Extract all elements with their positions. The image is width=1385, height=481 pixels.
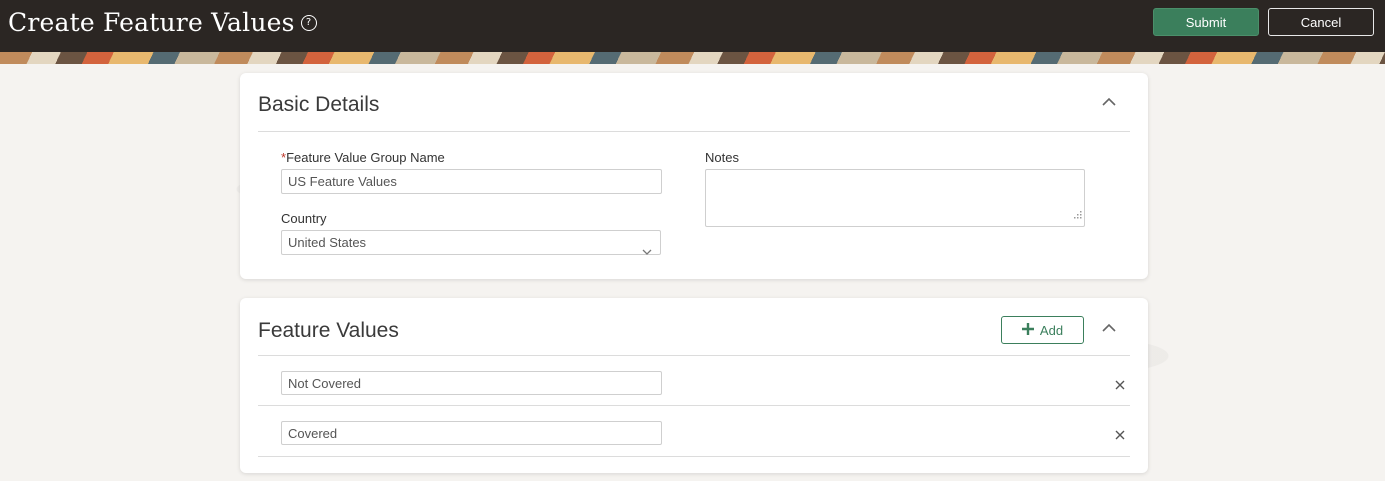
country-label: Country — [281, 211, 327, 226]
header-bar: Create Feature Values? Submit Cancel — [0, 0, 1385, 52]
feature-value-group-name-label-text: Feature Value Group Name — [286, 150, 445, 165]
section-divider — [258, 131, 1130, 132]
row-divider — [258, 456, 1130, 457]
row-divider — [258, 405, 1130, 406]
cancel-button[interactable]: Cancel — [1268, 8, 1374, 36]
country-select-value: United States — [288, 235, 367, 250]
remove-icon[interactable] — [1115, 377, 1125, 395]
basic-details-title: Basic Details — [258, 93, 380, 116]
notes-textarea[interactable] — [705, 169, 1085, 227]
chevron-up-icon[interactable] — [1102, 97, 1116, 109]
feature-value-input[interactable] — [281, 371, 662, 395]
feature-values-section: Feature Values Add — [240, 298, 1148, 473]
notes-label: Notes — [705, 150, 739, 165]
feature-value-input[interactable] — [281, 421, 662, 445]
page-title: Create Feature Values? — [8, 8, 317, 37]
chevron-down-icon — [642, 239, 652, 262]
help-circle-icon[interactable]: ? — [300, 14, 317, 31]
remove-icon[interactable] — [1115, 427, 1125, 445]
page-title-text: Create Feature Values — [8, 8, 295, 37]
resize-grip-icon[interactable] — [1074, 206, 1082, 224]
add-button-label: Add — [1039, 322, 1064, 338]
section-divider — [258, 355, 1130, 356]
basic-details-section: Basic Details *Feature Value Group Name … — [240, 73, 1148, 279]
chevron-up-icon[interactable] — [1102, 323, 1116, 335]
app-header: Create Feature Values? Submit Cancel — [0, 0, 1385, 64]
submit-button-label: Submit — [1185, 14, 1227, 30]
add-feature-value-button[interactable]: Add — [1001, 316, 1084, 344]
cancel-button-label: Cancel — [1300, 14, 1342, 30]
feature-value-group-name-input[interactable] — [281, 169, 662, 194]
feature-value-group-name-label: *Feature Value Group Name — [281, 150, 445, 165]
header-decorative-pattern — [0, 50, 1385, 64]
submit-button[interactable]: Submit — [1153, 8, 1259, 36]
plus-icon — [1021, 322, 1034, 338]
country-select[interactable]: United States — [281, 230, 661, 255]
feature-values-title: Feature Values — [258, 319, 399, 342]
